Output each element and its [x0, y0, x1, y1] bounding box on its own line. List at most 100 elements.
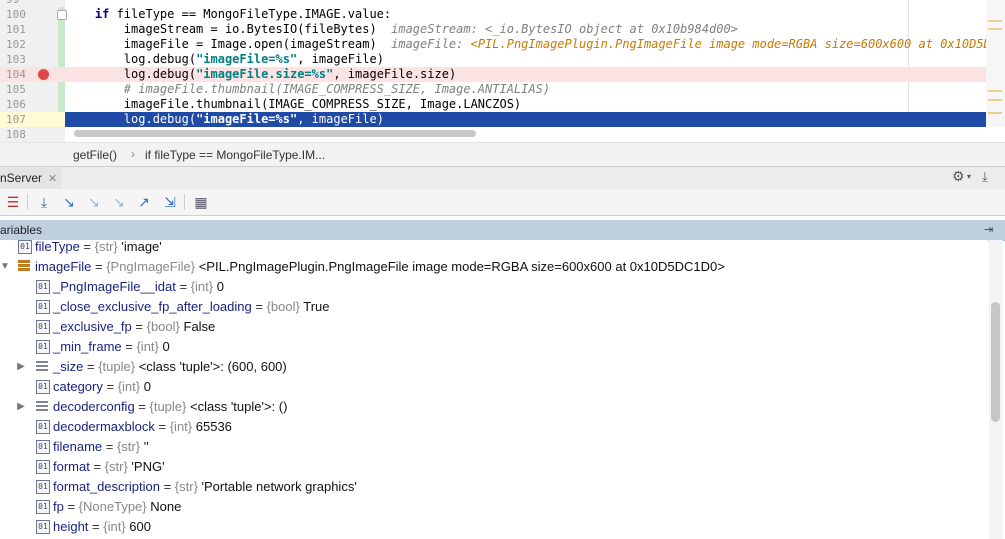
step-over-icon[interactable]: ⤓ [35, 193, 53, 211]
code-line[interactable]: 103 log.debug("imageFile=%s", imageFile) [0, 52, 1005, 67]
tab-debug-session[interactable]: nServer ✕ [0, 167, 62, 189]
hide-panel-icon[interactable]: ⤓ [982, 169, 988, 185]
variable-value: None [150, 499, 182, 514]
line-number: 105 [6, 83, 26, 96]
close-icon[interactable]: ✕ [48, 173, 57, 185]
primitive-icon: 01 [36, 480, 50, 494]
chevron-right-icon[interactable]: ▶ [16, 357, 26, 377]
variable-text: category = {int} 0 [53, 377, 151, 397]
variable-row[interactable]: ▼ imageFile = {PngImageFile} <PIL.PngImag… [0, 257, 988, 277]
variable-row[interactable]: 01 fp = {NoneType} None [0, 497, 988, 517]
variable-name: fp [53, 499, 64, 514]
variable-type: {int} [103, 519, 126, 534]
code-line[interactable]: 104 log.debug("imageFile.size=%s", image… [0, 67, 1005, 82]
variable-text: fileType = {str} 'image' [35, 240, 162, 257]
equals-sign: = [102, 379, 118, 394]
line-number: 108 [6, 128, 26, 141]
primitive-icon: 01 [36, 500, 50, 514]
variable-text: _min_frame = {int} 0 [53, 337, 170, 357]
variable-row[interactable]: ▶ _size = {tuple} <class 'tuple'>: (600, … [0, 357, 988, 377]
variable-row[interactable]: 01 filename = {str} '' [0, 437, 988, 457]
chevron-right-icon[interactable]: ▶ [16, 397, 26, 417]
run-to-cursor-icon[interactable]: ⇲ [161, 193, 179, 211]
variable-row[interactable]: 01 height = {int} 600 [0, 517, 988, 537]
force-step-into-icon[interactable]: ↘ [110, 193, 128, 211]
code-token: imageFile = Image.open(imageStream) [94, 37, 392, 51]
equals-sign: = [154, 419, 170, 434]
variable-text: fp = {NoneType} None [53, 497, 181, 517]
code-editor[interactable]: 99 100 if fileType == MongoFileType.IMAG… [0, 0, 1005, 142]
variable-value: <class 'tuple'>: () [190, 399, 288, 414]
collection-icon [36, 400, 48, 412]
tab-label: nServer [0, 171, 43, 185]
evaluate-expression-icon[interactable]: ▦ [192, 193, 210, 211]
step-out-icon[interactable]: ↗ [135, 193, 153, 211]
code-line[interactable]: 100 if fileType == MongoFileType.IMAGE.v… [0, 7, 1005, 22]
code-token: imageStream = io.BytesIO(fileBytes) [94, 22, 392, 36]
variable-name: _size [53, 359, 84, 374]
variable-row[interactable]: 01 fileType = {str} 'image' [0, 240, 988, 257]
breadcrumb-scope[interactable]: if fileType == MongoFileType.IM... [145, 148, 325, 162]
variable-name: _PngImageFile__idat [53, 279, 176, 294]
variable-type: {int} [190, 279, 214, 294]
code-token: "imageFile.size=%s" [196, 67, 334, 81]
variable-name: decoderconfig [53, 399, 135, 414]
variable-type: {int} [117, 379, 141, 394]
code-line[interactable]: 106 imageFile.thumbnail(IMAGE_COMPRESS_S… [0, 97, 1005, 112]
variable-row[interactable]: 01 format_description = {str} 'Portable n… [0, 477, 988, 497]
variables-scrollbar[interactable] [989, 240, 1003, 539]
step-into-icon[interactable]: ↘ [60, 193, 78, 211]
code-text: log.debug("imageFile=%s", imageFile) [66, 52, 384, 67]
variable-type: {PngImageFile} [106, 259, 196, 274]
variable-row[interactable]: ▶ decoderconfig = {tuple} <class 'tuple'>… [0, 397, 988, 417]
equals-sign: = [63, 499, 79, 514]
variable-type: {bool} [146, 319, 180, 334]
variable-type: {NoneType} [78, 499, 147, 514]
variable-name: format [53, 459, 90, 474]
variable-row[interactable]: 01 _PngImageFile__idat = {int} 0 [0, 277, 988, 297]
variable-name: imageFile [35, 259, 92, 274]
chevron-down-icon[interactable]: ▼ [0, 257, 10, 277]
editor-marker-stripe[interactable] [986, 0, 1005, 127]
chevron-down-icon[interactable]: ▾ [967, 172, 971, 181]
variable-type: {str} [116, 439, 141, 454]
equals-sign: = [102, 439, 117, 454]
breadcrumb-function[interactable]: getFile() [73, 148, 117, 162]
variable-value: True [303, 299, 330, 314]
variable-row[interactable]: 01 _min_frame = {int} 0 [0, 337, 988, 357]
code-line[interactable]: 105 # imageFile.thumbnail(IMAGE_COMPRESS… [0, 82, 1005, 97]
scrollbar-thumb[interactable] [991, 302, 1000, 422]
code-line[interactable]: 99 [0, 0, 1005, 7]
variable-value: 65536 [195, 419, 232, 434]
code-text: log.debug("imageFile=%s", imageFile) [66, 112, 384, 127]
show-execution-point-icon[interactable]: ☰ [4, 193, 22, 211]
equals-sign: = [88, 519, 104, 534]
line-number: 107 [6, 113, 26, 126]
code-line[interactable]: 107 log.debug("imageFile=%s", imageFile) [0, 112, 1005, 127]
variable-name: fileType [35, 240, 80, 254]
variable-row[interactable]: 01 format = {str} 'PNG' [0, 457, 988, 477]
gear-icon[interactable]: ⚙ [952, 168, 965, 185]
code-text: imageFile = Image.open(imageStream) imag… [66, 37, 1005, 52]
variable-row[interactable]: 01 _exclusive_fp = {bool} False [0, 317, 988, 337]
variables-tree[interactable]: 01 fileType = {str} 'image' ▼ imageFile = {… [0, 240, 988, 539]
variable-text: format = {str} 'PNG' [53, 457, 165, 477]
code-token: imageFile: [391, 37, 471, 51]
restore-layout-icon[interactable]: ⇥ [984, 220, 993, 240]
equals-sign: = [79, 240, 95, 254]
breakpoint-icon[interactable] [38, 69, 49, 80]
variable-row[interactable]: 01 _close_exclusive_fp_after_loading = {b… [0, 297, 988, 317]
variable-row[interactable]: 01 decodermaxblock = {int} 65536 [0, 417, 988, 437]
variable-row[interactable]: 01 category = {int} 0 [0, 377, 988, 397]
primitive-icon: 01 [36, 520, 50, 534]
code-token: , imageFile) [297, 52, 384, 66]
code-line[interactable]: 101 imageStream = io.BytesIO(fileBytes) … [0, 22, 1005, 37]
variable-value: <PIL.PngImagePlugin.PngImageFile image m… [198, 259, 725, 274]
code-text: imageFile.thumbnail(IMAGE_COMPRESS_SIZE,… [66, 97, 521, 112]
primitive-icon: 01 [36, 380, 50, 394]
editor-horizontal-scrollbar[interactable] [74, 130, 476, 137]
variable-type: {str} [174, 479, 198, 494]
step-into-my-code-icon[interactable]: ↘ [85, 193, 103, 211]
code-line[interactable]: 102 imageFile = Image.open(imageStream) … [0, 37, 1005, 52]
